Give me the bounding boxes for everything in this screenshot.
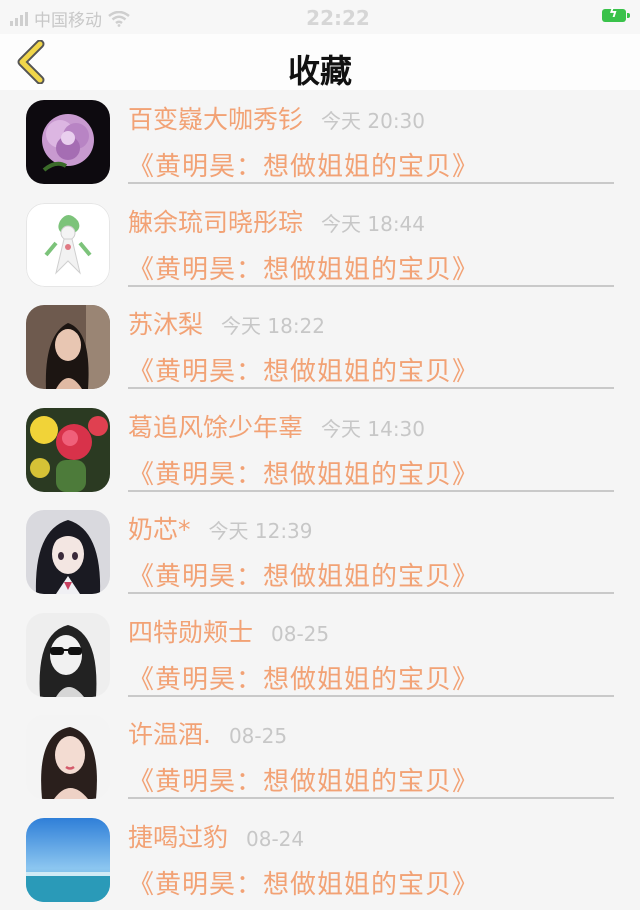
divider <box>128 182 614 184</box>
status-bar: 中国移动 22:22 ϟ <box>0 0 640 34</box>
page-title: 收藏 <box>287 52 352 90</box>
divider <box>128 387 614 389</box>
message-time: 今天 18:44 <box>321 211 426 236</box>
contact-name: 四特勋颊士 <box>128 617 254 647</box>
girl-portrait-avatar <box>26 715 110 799</box>
message-preview: 《黄明昊：想做姐姐的宝贝》 <box>128 767 480 797</box>
rose-avatar <box>26 100 110 184</box>
divider <box>128 592 614 594</box>
pokemon-avatar <box>26 202 110 287</box>
sunglasses-avatar <box>26 612 110 697</box>
message-time: 08-25 <box>271 621 330 646</box>
anime-girl-avatar <box>26 510 110 594</box>
message-time: 08-25 <box>228 724 288 748</box>
contact-name: 奶芯* <box>128 515 191 544</box>
woman-portrait-avatar <box>26 305 110 389</box>
divider <box>128 284 614 287</box>
list-item[interactable]: 奶芯* 今天 12:39 《黄明昊：想做姐姐的宝贝》 <box>0 500 640 603</box>
contact-name: 许温酒. <box>128 720 211 749</box>
list-item[interactable]: 捷喝过豹 08-24 《黄明昊：想做姐姐的宝贝》 <box>0 808 640 910</box>
message-time: 今天 18:22 <box>221 314 326 338</box>
sky-sea-avatar <box>26 817 110 902</box>
contact-name: 百变嶷大咖秀钐 <box>128 105 304 134</box>
list-item[interactable]: 葛追风馀少年辜 今天 14:30 《黄明昊：想做姐姐的宝贝》 <box>0 398 640 501</box>
contact-name: 葛追风馀少年辜 <box>128 412 304 442</box>
battery-icon: ϟ <box>602 6 630 22</box>
contact-name: 捷喝过豹 <box>128 822 229 852</box>
list-item[interactable]: 觫余琉司晓彤琮 今天 18:44 《黄明昊：想做姐姐的宝贝》 <box>0 193 640 296</box>
status-time: 22:22 <box>306 6 370 30</box>
list-item[interactable]: 许温酒. 08-25 《黄明昊：想做姐姐的宝贝》 <box>0 705 640 808</box>
divider <box>128 489 614 492</box>
contact-name: 苏沐梨 <box>128 310 204 339</box>
message-time: 08-24 <box>246 826 305 851</box>
list-item[interactable]: 苏沐梨 今天 18:22 《黄明昊：想做姐姐的宝贝》 <box>0 295 640 398</box>
message-preview: 《黄明昊：想做姐姐的宝贝》 <box>128 459 480 490</box>
message-time: 今天 12:39 <box>208 519 313 543</box>
message-time: 今天 14:30 <box>321 416 426 441</box>
message-preview: 《黄明昊：想做姐姐的宝贝》 <box>128 254 480 285</box>
message-preview: 《黄明昊：想做姐姐的宝贝》 <box>128 357 480 387</box>
message-time: 今天 20:30 <box>321 109 426 133</box>
list-item[interactable]: 四特勋颊士 08-25 《黄明昊：想做姐姐的宝贝》 <box>0 603 640 706</box>
cactus-flower-avatar <box>26 407 110 492</box>
list-item[interactable]: 百变嶷大咖秀钐 今天 20:30 《黄明昊：想做姐姐的宝贝》 <box>0 90 640 193</box>
divider <box>128 694 614 697</box>
message-preview: 《黄明昊：想做姐姐的宝贝》 <box>128 664 480 695</box>
message-preview: 《黄明昊：想做姐姐的宝贝》 <box>128 562 480 592</box>
nav-bar: 收藏 <box>0 34 640 90</box>
contact-name: 觫余琉司晓彤琮 <box>128 207 304 237</box>
divider <box>128 797 614 799</box>
favorites-list: 百变嶷大咖秀钐 今天 20:30 《黄明昊：想做姐姐的宝贝》 觫余琉司晓彤琮 今… <box>0 90 640 910</box>
message-preview: 《黄明昊：想做姐姐的宝贝》 <box>128 869 480 900</box>
message-preview: 《黄明昊：想做姐姐的宝贝》 <box>128 152 480 182</box>
